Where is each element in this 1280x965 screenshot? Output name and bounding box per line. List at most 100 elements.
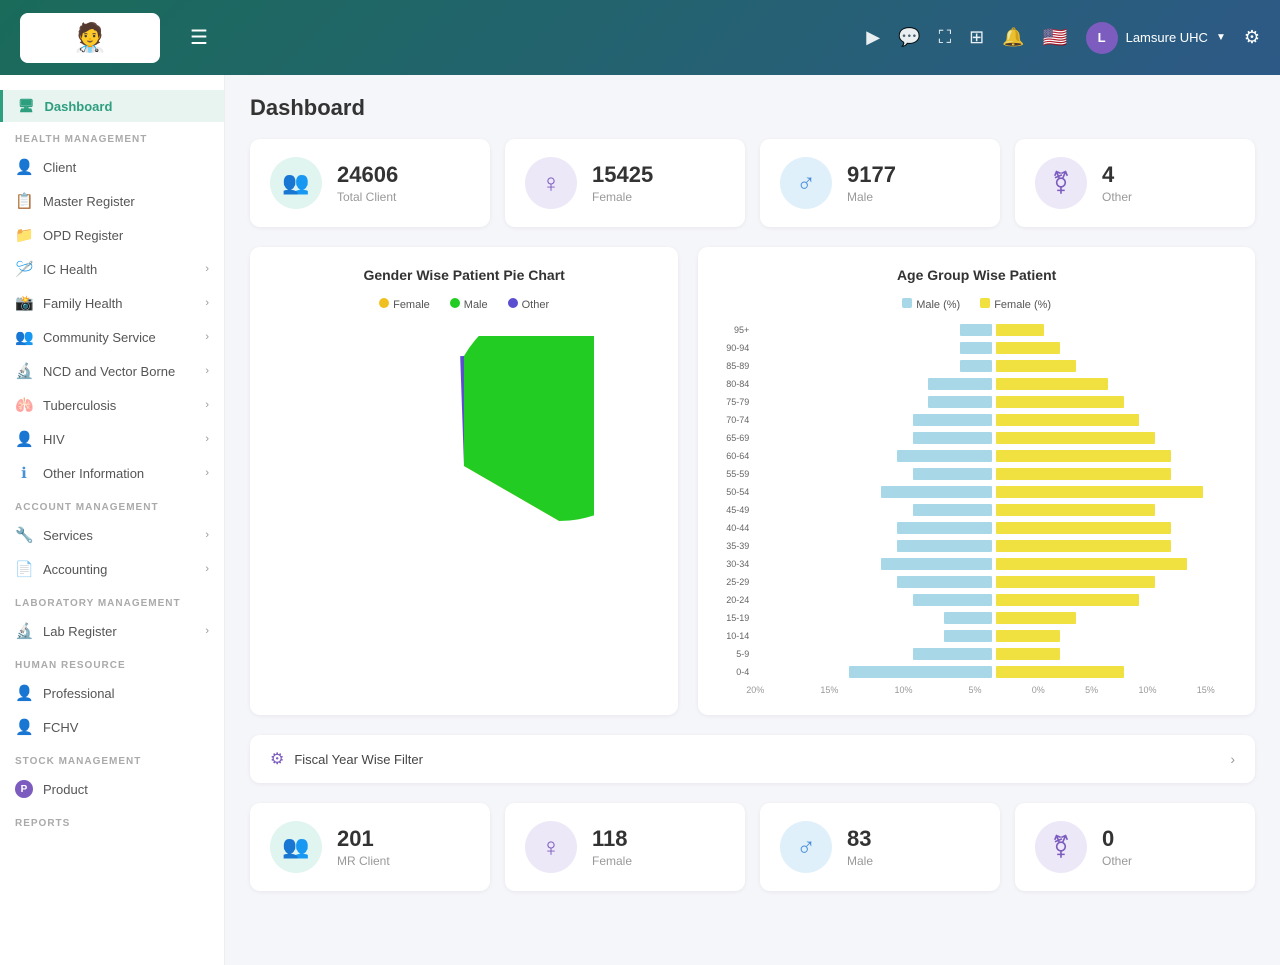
bar-female <box>996 594 1139 606</box>
legend-other: Other <box>508 298 550 311</box>
bar-male <box>960 342 992 354</box>
legend-female-pct: Female (%) <box>980 298 1051 311</box>
bar-male <box>897 450 993 462</box>
stat-info-mr-client: 201 MR Client <box>337 826 470 868</box>
sidebar-item-tuberculosis[interactable]: 🫁 Tuberculosis › <box>0 388 224 422</box>
dashboard-icon: 🖥 <box>18 98 35 114</box>
sidebar-item-family-health[interactable]: 📸 Family Health › <box>0 286 224 320</box>
services-icon: 🔧 <box>15 526 33 544</box>
pyramid-left <box>753 594 994 606</box>
bar-male <box>913 468 993 480</box>
pyramid-right <box>994 594 1235 606</box>
sidebar-label-hiv: HIV <box>43 432 65 447</box>
fiscal-icon: ⚙ <box>270 749 284 769</box>
expand-icon[interactable]: ⛶ <box>939 27 952 48</box>
pyramid-right <box>994 612 1235 624</box>
accounting-icon: 📄 <box>15 560 33 578</box>
sidebar-item-master-register[interactable]: 📋 Master Register <box>0 184 224 218</box>
male-number: 9177 <box>847 162 980 188</box>
stat-info-other: 4 Other <box>1102 162 1235 204</box>
female-icon-circle: ♀ <box>525 157 577 209</box>
bar-male <box>913 432 993 444</box>
pyramid-right <box>994 414 1235 426</box>
fiscal-year-filter[interactable]: ⚙ Fiscal Year Wise Filter › <box>250 735 1255 783</box>
sidebar-item-ic-health[interactable]: 🪡 IC Health › <box>0 252 224 286</box>
bar-male <box>897 522 993 534</box>
pyramid-left <box>753 450 994 462</box>
pyramid-left <box>753 396 994 408</box>
pyramid-age-label: 55-59 <box>718 469 753 479</box>
chat-icon[interactable]: 💬 <box>898 27 920 48</box>
sidebar-item-hiv[interactable]: 👤 HIV › <box>0 422 224 456</box>
chevron-right-icon: › <box>205 625 209 637</box>
pyramid-row: 60-64 <box>718 447 1235 464</box>
section-laboratory: LABORATORY MANAGEMENT <box>0 586 224 614</box>
stat-info-total-client: 24606 Total Client <box>337 162 470 204</box>
bar-female <box>996 630 1060 642</box>
bell-icon[interactable]: 🔔 <box>1002 27 1024 48</box>
hiv-icon: 👤 <box>15 430 33 448</box>
mr-client-icon-circle: 👥 <box>270 821 322 873</box>
bar-male <box>913 594 993 606</box>
sidebar-item-product[interactable]: P Product <box>0 772 224 806</box>
pyramid-chart-title: Age Group Wise Patient <box>718 267 1235 283</box>
pyramid-row: 40-44 <box>718 519 1235 536</box>
sidebar-item-client[interactable]: 👤 Client <box>0 150 224 184</box>
sidebar-item-other-info[interactable]: ℹ Other Information › <box>0 456 224 490</box>
sidebar-item-professional[interactable]: 👤 Professional <box>0 676 224 710</box>
bar-female <box>996 576 1155 588</box>
video-icon[interactable]: ▶ <box>866 27 880 48</box>
bar-female <box>996 414 1139 426</box>
pyramid-row: 45-49 <box>718 501 1235 518</box>
sidebar-item-accounting[interactable]: 📄 Accounting › <box>0 552 224 586</box>
stat-card-mr-client: 👥 201 MR Client <box>250 803 490 891</box>
hamburger-button[interactable]: ☰ <box>190 25 208 50</box>
chevron-right-icon: › <box>205 563 209 575</box>
sidebar-label-master-register: Master Register <box>43 194 135 209</box>
pyramid-row: 50-54 <box>718 483 1235 500</box>
pyramid-row: 75-79 <box>718 393 1235 410</box>
settings-icon[interactable]: ⚙ <box>1244 27 1260 48</box>
stat-info-female: 15425 Female <box>592 162 725 204</box>
pyramid-row: 95+ <box>718 321 1235 338</box>
sidebar-item-community-service[interactable]: 👥 Community Service › <box>0 320 224 354</box>
pyramid-age-label: 25-29 <box>718 577 753 587</box>
bar-male <box>913 414 993 426</box>
chevron-right-icon: › <box>205 365 209 377</box>
pyramid-chart: 95+ 90-94 85-89 <box>718 321 1235 695</box>
pyramid-age-label: 85-89 <box>718 361 753 371</box>
sidebar-item-opd-register[interactable]: 📁 OPD Register <box>0 218 224 252</box>
stat-info-bottom-female: 118 Female <box>592 826 725 868</box>
sidebar-item-lab-register[interactable]: 🔬 Lab Register › <box>0 614 224 648</box>
bar-female <box>996 432 1155 444</box>
sidebar-item-services[interactable]: 🔧 Services › <box>0 518 224 552</box>
pyramid-left <box>753 432 994 444</box>
client-icon: 👤 <box>15 158 33 176</box>
topnav-right: ▶ 💬 ⛶ ⊞ 🔔 🇺🇸 L Lamsure UHC ▼ ⚙ <box>866 22 1260 54</box>
bar-male <box>881 558 992 570</box>
chevron-right-icon: › <box>205 331 209 343</box>
bar-female <box>996 360 1076 372</box>
sidebar-item-ncd-vector[interactable]: 🔬 NCD and Vector Borne › <box>0 354 224 388</box>
pie-legend: Female Male Other <box>270 298 658 311</box>
pyramid-row: 25-29 <box>718 573 1235 590</box>
x-label: 10% <box>894 685 912 695</box>
sidebar-item-dashboard[interactable]: 🖥 Dashboard <box>0 90 224 122</box>
pyramid-row: 90-94 <box>718 339 1235 356</box>
bottom-male-label: Male <box>847 854 980 868</box>
pyramid-left <box>753 540 994 552</box>
user-menu[interactable]: L Lamsure UHC ▼ <box>1086 22 1226 54</box>
chevron-right-icon: › <box>205 399 209 411</box>
pyramid-right <box>994 324 1235 336</box>
bar-female <box>996 612 1076 624</box>
grid-icon[interactable]: ⊞ <box>969 27 984 48</box>
bar-male <box>849 666 992 678</box>
bottom-female-number: 118 <box>592 826 725 852</box>
family-health-icon: 📸 <box>15 294 33 312</box>
pie-chart <box>270 326 658 606</box>
pyramid-age-label: 5-9 <box>718 649 753 659</box>
pyramid-legend: Male (%) Female (%) <box>718 298 1235 311</box>
pyramid-x-axis: 20% 15% 10% 5% 0% 5% 10% 15% <box>718 685 1235 695</box>
bottom-other-number: 0 <box>1102 826 1235 852</box>
sidebar-item-fchv[interactable]: 👤 FCHV <box>0 710 224 744</box>
